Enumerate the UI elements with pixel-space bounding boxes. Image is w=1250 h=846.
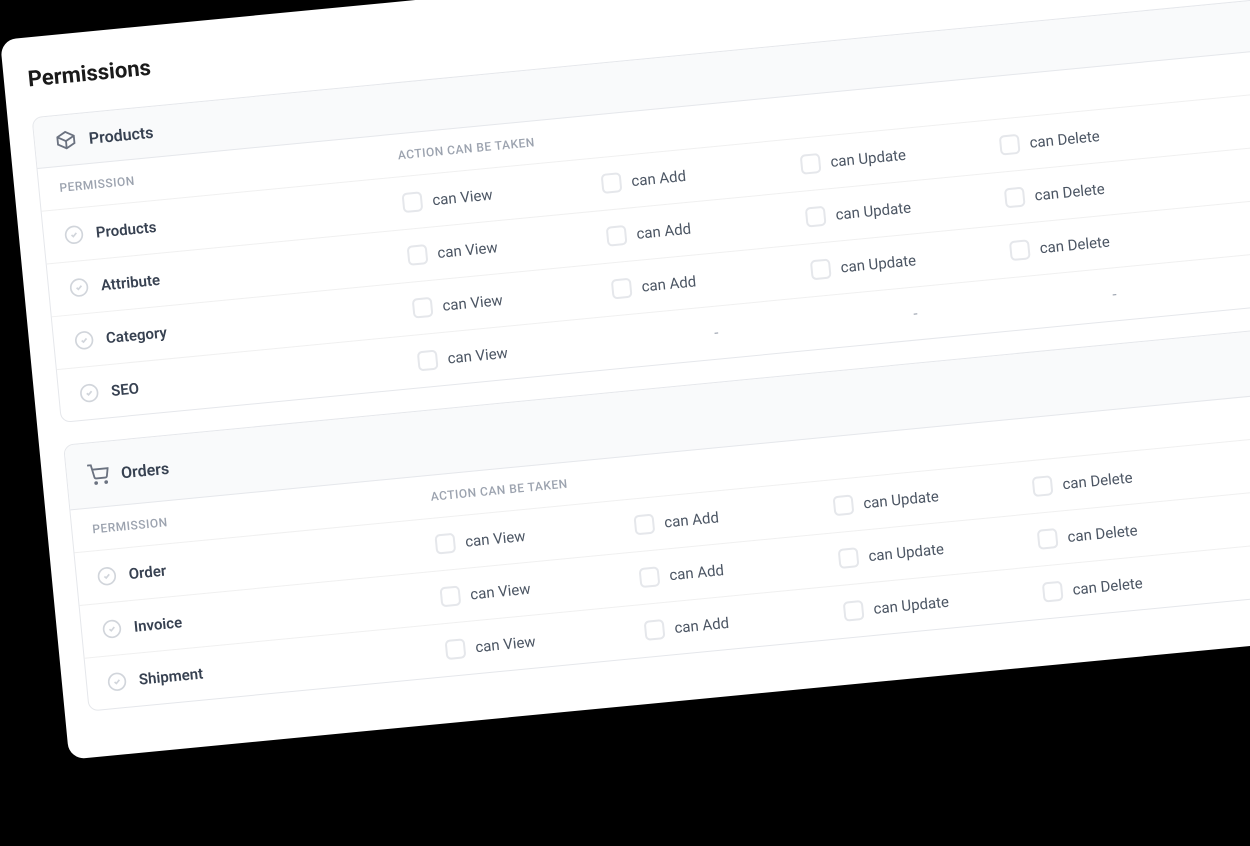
check-circle-icon[interactable] (106, 671, 128, 693)
section-title-products: Products (88, 122, 154, 147)
checkbox-add[interactable] (601, 172, 623, 194)
action-label-update: can Update (840, 251, 917, 276)
checkbox-update[interactable] (805, 206, 827, 228)
action-label-update: can Update (873, 593, 950, 618)
dash-cell: - (616, 314, 817, 351)
action-label-delete: can Delete (1067, 521, 1139, 546)
permission-name: Attribute (100, 271, 161, 295)
action-label-add: can Add (641, 272, 697, 295)
permission-name: SEO (110, 379, 140, 400)
check-circle-icon[interactable] (78, 382, 100, 404)
action-label-view: can View (464, 527, 526, 551)
permission-name: Invoice (133, 613, 183, 636)
checkbox-view[interactable] (402, 191, 424, 213)
checkbox-update[interactable] (800, 153, 822, 175)
checkbox-delete[interactable] (1009, 239, 1031, 261)
check-circle-icon[interactable] (96, 565, 118, 587)
dash-cell: - (815, 295, 1016, 332)
checkbox-update[interactable] (843, 600, 865, 622)
action-label-add: can Add (636, 220, 692, 243)
permission-name: Shipment (138, 664, 204, 688)
box-icon (54, 128, 78, 152)
checkbox-add[interactable] (639, 566, 661, 588)
checkbox-add[interactable] (606, 225, 628, 247)
checkbox-delete[interactable] (999, 134, 1021, 156)
action-label-view: can View (475, 632, 537, 656)
action-label-view: can View (437, 238, 499, 262)
action-label-view: can View (447, 344, 509, 368)
action-label-view: can View (442, 291, 504, 315)
checkbox-view[interactable] (434, 533, 456, 555)
checkbox-view[interactable] (439, 585, 461, 607)
checkbox-add[interactable] (633, 514, 655, 536)
checkbox-view[interactable] (445, 638, 467, 660)
action-label-add: can Add (663, 508, 719, 531)
action-label-update: can Update (830, 146, 907, 171)
checkbox-add[interactable] (611, 278, 633, 300)
checkbox-update[interactable] (838, 547, 860, 569)
checkbox-delete[interactable] (1037, 528, 1059, 550)
checkbox-delete[interactable] (1042, 581, 1064, 603)
check-circle-icon[interactable] (68, 277, 90, 299)
section-title-orders: Orders (120, 458, 170, 482)
check-circle-icon[interactable] (101, 618, 123, 640)
action-label-add: can Add (669, 561, 725, 584)
action-label-view: can View (469, 580, 531, 604)
cart-icon (86, 463, 110, 487)
action-label-delete: can Delete (1062, 469, 1134, 494)
checkbox-delete[interactable] (1032, 475, 1054, 497)
check-circle-icon[interactable] (73, 329, 95, 351)
action-label-add: can Add (674, 614, 730, 637)
permission-name: Order (128, 562, 167, 584)
checkbox-update[interactable] (810, 258, 832, 280)
dash-cell: - (1014, 276, 1215, 313)
action-label-delete: can Delete (1039, 233, 1111, 258)
permission-name: Products (95, 218, 157, 242)
action-label-update: can Update (835, 199, 912, 224)
action-label-delete: can Delete (1029, 127, 1101, 152)
action-label-update: can Update (863, 487, 940, 512)
action-label-update: can Update (868, 540, 945, 565)
action-label-view: can View (431, 186, 493, 210)
action-label-delete: can Delete (1034, 180, 1106, 205)
action-label-delete: can Delete (1072, 574, 1144, 599)
checkbox-update[interactable] (833, 494, 855, 516)
checkbox-delete[interactable] (1004, 187, 1026, 209)
checkbox-add[interactable] (644, 619, 666, 641)
permission-name: Category (105, 323, 167, 347)
checkbox-view[interactable] (407, 244, 429, 266)
checkbox-view[interactable] (417, 350, 439, 372)
checkbox-view[interactable] (412, 297, 434, 319)
page-title: Permissions (27, 55, 152, 92)
action-label-add: can Add (631, 167, 687, 190)
check-circle-icon[interactable] (63, 224, 85, 246)
